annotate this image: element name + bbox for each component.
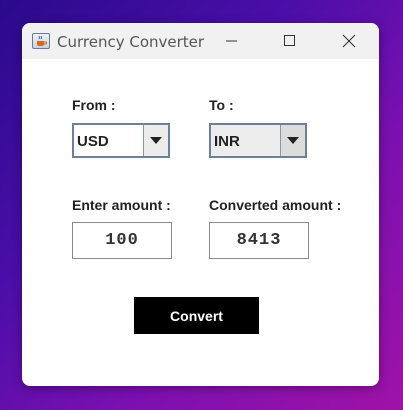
from-currency-value: USD	[77, 133, 109, 150]
close-button[interactable]	[326, 23, 372, 59]
title-bar[interactable]: Currency Converter	[22, 23, 379, 59]
to-dropdown-button[interactable]	[280, 125, 305, 156]
chevron-down-icon	[287, 137, 299, 144]
from-currency-select[interactable]: USD	[72, 123, 170, 158]
to-currency-select[interactable]: INR	[209, 123, 307, 158]
from-label: From :	[72, 97, 116, 113]
chevron-down-icon	[150, 137, 162, 144]
from-dropdown-button[interactable]	[143, 125, 168, 156]
java-cup-icon[interactable]	[32, 33, 50, 49]
close-icon	[342, 34, 356, 48]
app-window: Currency Converter From : To : USD INR E…	[22, 23, 379, 386]
amount-input[interactable]: 100	[72, 222, 172, 259]
to-label: To :	[209, 97, 234, 113]
to-currency-value: INR	[214, 133, 240, 150]
maximize-icon	[284, 35, 295, 46]
maximize-button[interactable]	[267, 23, 313, 59]
window-title: Currency Converter	[57, 33, 205, 51]
amount-label: Enter amount :	[72, 197, 171, 213]
convert-button[interactable]: Convert	[134, 297, 259, 334]
converted-amount-field: 8413	[209, 222, 309, 259]
minimize-button[interactable]	[209, 23, 255, 59]
minimize-icon	[226, 40, 237, 42]
converted-label: Converted amount :	[209, 197, 342, 213]
